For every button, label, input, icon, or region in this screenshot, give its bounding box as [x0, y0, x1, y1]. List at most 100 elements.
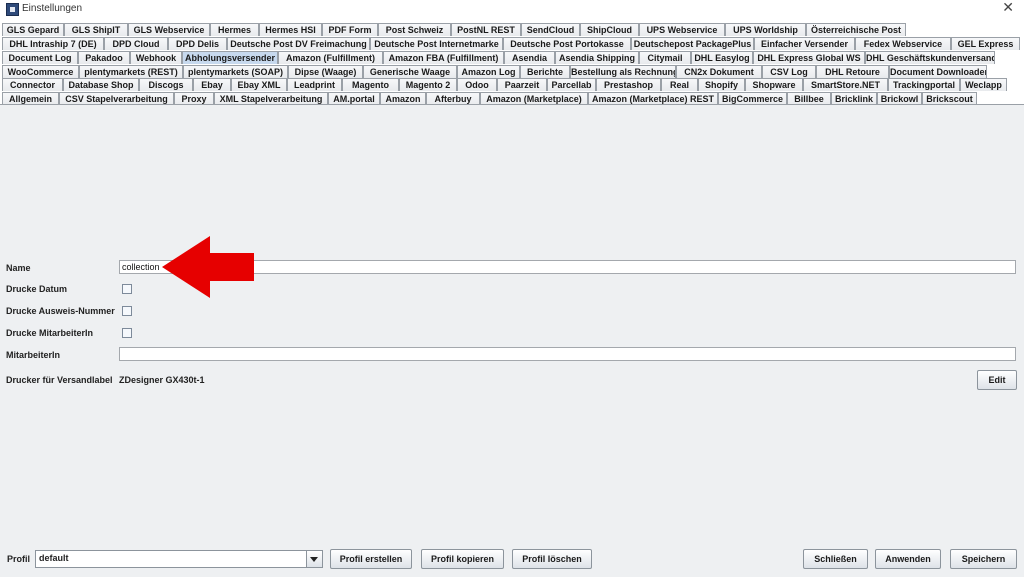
profil-loeschen-button[interactable]: Profil löschen	[512, 549, 592, 569]
tab-woocommerce[interactable]: WooCommerce	[2, 65, 79, 78]
anwenden-button[interactable]: Anwenden	[875, 549, 941, 569]
app-icon	[6, 3, 19, 16]
profil-select-value: default	[39, 553, 69, 563]
tab-deutsche-post-dv-freimachung[interactable]: Deutsche Post DV Freimachung	[227, 37, 370, 50]
tab-citymail[interactable]: Citymail	[639, 51, 691, 64]
tab-odoo[interactable]: Odoo	[457, 78, 497, 91]
name-label: Name	[6, 263, 31, 273]
tab-leadprint[interactable]: Leadprint	[287, 78, 342, 91]
window-title: Einstellungen	[22, 3, 83, 14]
tab-real[interactable]: Real	[661, 78, 698, 91]
tab-shipcloud[interactable]: ShipCloud	[580, 23, 639, 36]
drucker-value: ZDesigner GX430t-1	[119, 375, 205, 385]
tab-csv-log[interactable]: CSV Log	[762, 65, 816, 78]
drucke-datum-checkbox[interactable]	[122, 284, 132, 294]
tab-dipse-waage[interactable]: Dipse (Waage)	[288, 65, 363, 78]
tab-einfacher-versender[interactable]: Einfacher Versender	[754, 37, 855, 50]
tab-dhl-intraship-7-de[interactable]: DHL Intraship 7 (DE)	[2, 37, 104, 50]
tab-smartstore-net[interactable]: SmartStore.NET	[803, 78, 888, 91]
tab-shopify[interactable]: Shopify	[698, 78, 745, 91]
drucke-datum-label: Drucke Datum	[6, 284, 68, 294]
tab-parcellab[interactable]: Parcellab	[547, 78, 596, 91]
red-arrow-icon	[162, 236, 254, 298]
tab-amazon-fba-fulfillment[interactable]: Amazon FBA (Fulfillment)	[383, 51, 504, 64]
tab-gls-shipit[interactable]: GLS ShipIT	[64, 23, 128, 36]
tab-magento-2[interactable]: Magento 2	[399, 78, 457, 91]
tab-paarzeit[interactable]: Paarzeit	[497, 78, 547, 91]
title-bar: Einstellungen ✕	[0, 0, 1024, 19]
profil-label: Profil	[7, 554, 31, 564]
tab-ups-webservice[interactable]: UPS Webservice	[639, 23, 725, 36]
tab-weclapp[interactable]: Weclapp	[960, 78, 1007, 91]
drucke-ausweis-checkbox[interactable]	[122, 306, 132, 316]
tab-gls-webservice[interactable]: GLS Webservice	[128, 23, 210, 36]
tab-trackingportal[interactable]: Trackingportal	[888, 78, 960, 91]
tab-prestashop[interactable]: Prestashop	[596, 78, 661, 91]
tab-amazon-fulfillment[interactable]: Amazon (Fulfillment)	[278, 51, 383, 64]
tab-plentymarkets-rest[interactable]: plentymarkets (REST)	[79, 65, 183, 78]
arrow-shape	[162, 236, 254, 298]
tab-post-schweiz[interactable]: Post Schweiz	[378, 23, 451, 36]
tab-dpd-cloud[interactable]: DPD Cloud	[104, 37, 168, 50]
close-icon[interactable]: ✕	[1002, 0, 1014, 16]
drucke-mitarbeiter-label: Drucke MitarbeiterIn	[6, 328, 94, 338]
schliessen-button[interactable]: Schließen	[803, 549, 868, 569]
tab-webhook[interactable]: Webhook	[130, 51, 182, 64]
speichern-button[interactable]: Speichern	[950, 549, 1017, 569]
tab-cn2x-dokument[interactable]: CN2x Dokument	[676, 65, 762, 78]
footer-bar: Profil default Profil erstellen Profil k…	[0, 540, 1024, 577]
tab-sendcloud[interactable]: SendCloud	[521, 23, 580, 36]
tab-ups-worldship[interactable]: UPS Worldship	[725, 23, 806, 36]
tab-shopware[interactable]: Shopware	[745, 78, 803, 91]
tab-connector[interactable]: Connector	[2, 78, 63, 91]
tab-discogs[interactable]: Discogs	[139, 78, 193, 91]
tab-deutsche-post-internetmarke[interactable]: Deutsche Post Internetmarke	[370, 37, 503, 50]
profil-kopieren-button[interactable]: Profil kopieren	[421, 549, 504, 569]
tab-ebay-xml[interactable]: Ebay XML	[231, 78, 287, 91]
drucke-mitarbeiter-checkbox[interactable]	[122, 328, 132, 338]
tab-row: WooCommerce plentymarkets (REST) plentymar…	[0, 65, 1024, 78]
tab-gls-gepard[interactable]: GLS Gepard	[2, 23, 64, 36]
drucke-ausweis-label: Drucke Ausweis-Nummer	[6, 306, 115, 316]
tab-österreichische-post[interactable]: Österreichische Post	[806, 23, 906, 36]
tab-document-log[interactable]: Document Log	[2, 51, 78, 64]
tab-pdf-form[interactable]: PDF Form	[322, 23, 378, 36]
tab-hermes-hsi[interactable]: Hermes HSI	[259, 23, 322, 36]
tab-asendia[interactable]: Asendia	[504, 51, 555, 64]
tab-database-shop[interactable]: Database Shop	[63, 78, 139, 91]
edit-button[interactable]: Edit	[977, 370, 1017, 390]
mitarbeiter-label: MitarbeiterIn	[6, 350, 61, 360]
tab-postnl-rest[interactable]: PostNL REST	[451, 23, 521, 36]
tab-fedex-webservice[interactable]: Fedex Webservice	[855, 37, 951, 50]
tab-row: Document Log Pakadoo Webhook Abholungsverse…	[0, 51, 1024, 64]
tab-deutsche-post-portokasse[interactable]: Deutsche Post Portokasse	[503, 37, 631, 50]
tab-deutschepost-packageplus[interactable]: Deutschepost PackagePlus	[631, 37, 754, 50]
chevron-down-icon[interactable]	[306, 551, 322, 567]
tab-dhl-retoure[interactable]: DHL Retoure	[816, 65, 889, 78]
tab-asendia-shipping[interactable]: Asendia Shipping	[555, 51, 639, 64]
tab-gel-express[interactable]: GEL Express	[951, 37, 1020, 50]
tab-magento[interactable]: Magento	[342, 78, 399, 91]
tab-bestellung-als-rechnung[interactable]: Bestellung als Rechnung	[570, 65, 676, 78]
settings-panel: Name collection Drucke Datum Drucke Ausw…	[0, 104, 1024, 540]
tab-pakadoo[interactable]: Pakadoo	[78, 51, 130, 64]
tab-generische-waage[interactable]: Generische Waage	[363, 65, 457, 78]
drucker-label: Drucker für Versandlabel	[6, 375, 113, 385]
tab-row: GLS Gepard GLS ShipIT GLS Webservice Hermes…	[0, 23, 1024, 36]
tab-row: DHL Intraship 7 (DE) DPD Cloud DPD Delis De…	[0, 37, 1024, 50]
tab-plentymarkets-soap[interactable]: plentymarkets (SOAP)	[183, 65, 288, 78]
tab-dhl-express-global-ws[interactable]: DHL Express Global WS	[753, 51, 865, 64]
mitarbeiter-input[interactable]	[119, 347, 1016, 361]
tab-dpd-delis[interactable]: DPD Delis	[168, 37, 227, 50]
profil-select[interactable]: default	[35, 550, 323, 568]
tab-hermes[interactable]: Hermes	[210, 23, 259, 36]
tab-dhl-easylog[interactable]: DHL Easylog	[691, 51, 753, 64]
tab-ebay[interactable]: Ebay	[193, 78, 231, 91]
tab-row: Connector Database Shop Discogs Ebay Ebay XM…	[0, 78, 1024, 91]
tab-amazon-log[interactable]: Amazon Log	[457, 65, 520, 78]
tab-abholungsversender[interactable]: Abholungsversender	[182, 51, 278, 64]
profil-erstellen-button[interactable]: Profil erstellen	[330, 549, 412, 569]
tab-berichte[interactable]: Berichte	[520, 65, 570, 78]
tab-dhl-geschäftskundenversand[interactable]: DHL Geschäftskundenversand	[865, 51, 995, 64]
tab-document-downloader[interactable]: Document Downloader	[889, 65, 987, 78]
